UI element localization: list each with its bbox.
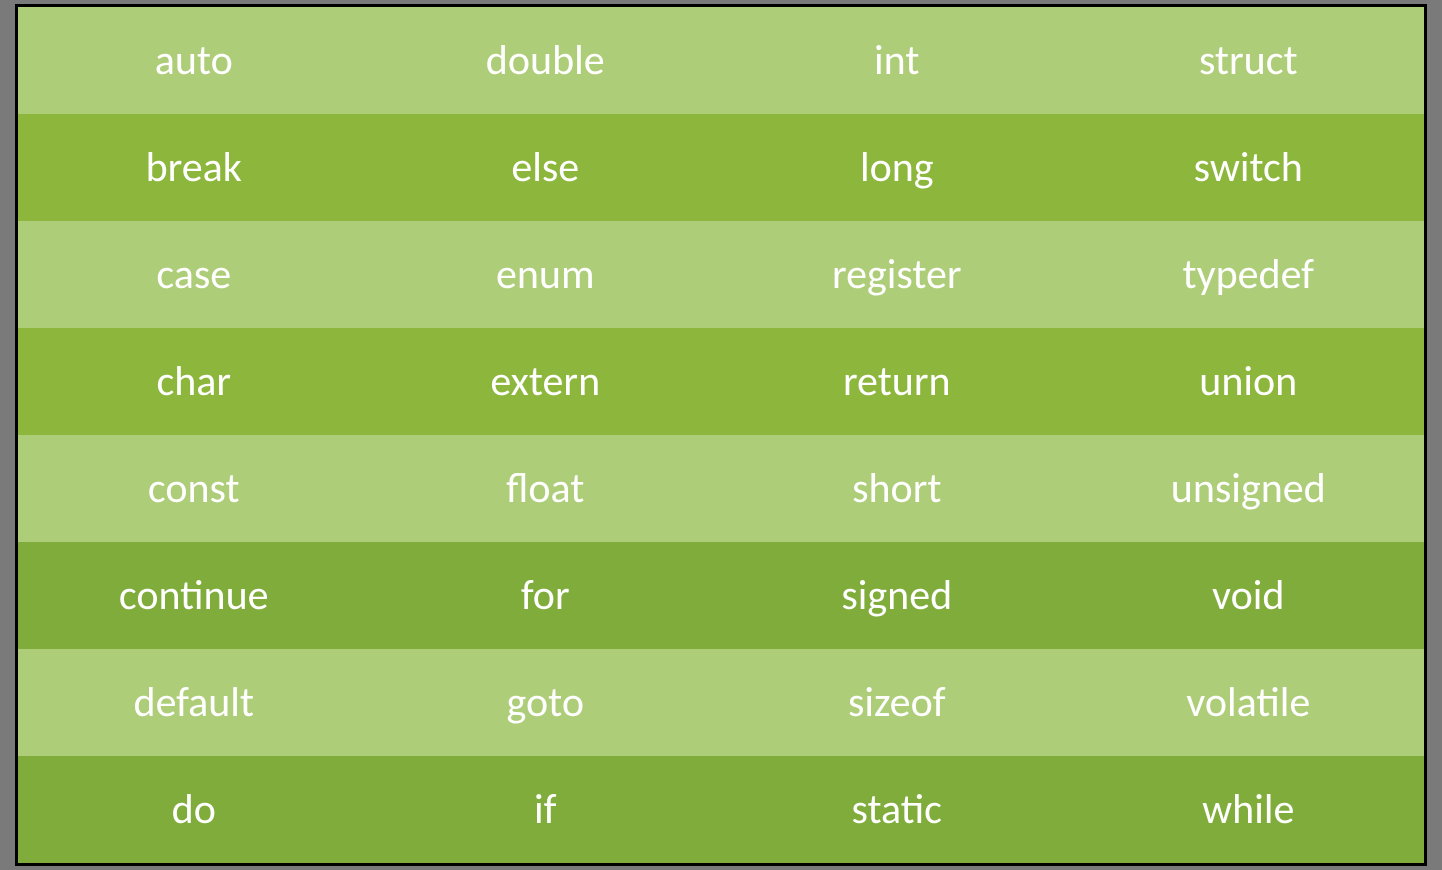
keyword-cell: if	[370, 756, 722, 863]
keyword-cell: unsigned	[1073, 435, 1425, 542]
keywords-table-container: auto double int struct break else long s…	[15, 4, 1427, 866]
table-row: case enum register typedef	[18, 221, 1424, 328]
keyword-cell: default	[18, 649, 370, 756]
keyword-cell: volatile	[1073, 649, 1425, 756]
keyword-cell: static	[721, 756, 1073, 863]
table-row: auto double int struct	[18, 7, 1424, 114]
keyword-cell: return	[721, 328, 1073, 435]
table-row: break else long switch	[18, 114, 1424, 221]
keyword-cell: sizeof	[721, 649, 1073, 756]
keyword-cell: enum	[370, 221, 722, 328]
keywords-table-body: auto double int struct break else long s…	[18, 7, 1424, 863]
table-row: const float short unsigned	[18, 435, 1424, 542]
keyword-cell: else	[370, 114, 722, 221]
keyword-cell: double	[370, 7, 722, 114]
keyword-cell: short	[721, 435, 1073, 542]
keyword-cell: for	[370, 542, 722, 649]
keyword-cell: auto	[18, 7, 370, 114]
keyword-cell: float	[370, 435, 722, 542]
keyword-cell: do	[18, 756, 370, 863]
table-row: default goto sizeof volatile	[18, 649, 1424, 756]
keyword-cell: case	[18, 221, 370, 328]
keyword-cell: continue	[18, 542, 370, 649]
keyword-cell: signed	[721, 542, 1073, 649]
keyword-cell: extern	[370, 328, 722, 435]
keyword-cell: long	[721, 114, 1073, 221]
keyword-cell: int	[721, 7, 1073, 114]
table-row: do if static while	[18, 756, 1424, 863]
keyword-cell: switch	[1073, 114, 1425, 221]
keyword-cell: goto	[370, 649, 722, 756]
keyword-cell: void	[1073, 542, 1425, 649]
keyword-cell: union	[1073, 328, 1425, 435]
keyword-cell: const	[18, 435, 370, 542]
table-row: char extern return union	[18, 328, 1424, 435]
keywords-table: auto double int struct break else long s…	[18, 7, 1424, 863]
table-row: continue for signed void	[18, 542, 1424, 649]
keyword-cell: typedef	[1073, 221, 1425, 328]
keyword-cell: register	[721, 221, 1073, 328]
keyword-cell: struct	[1073, 7, 1425, 114]
keyword-cell: while	[1073, 756, 1425, 863]
keyword-cell: char	[18, 328, 370, 435]
keyword-cell: break	[18, 114, 370, 221]
